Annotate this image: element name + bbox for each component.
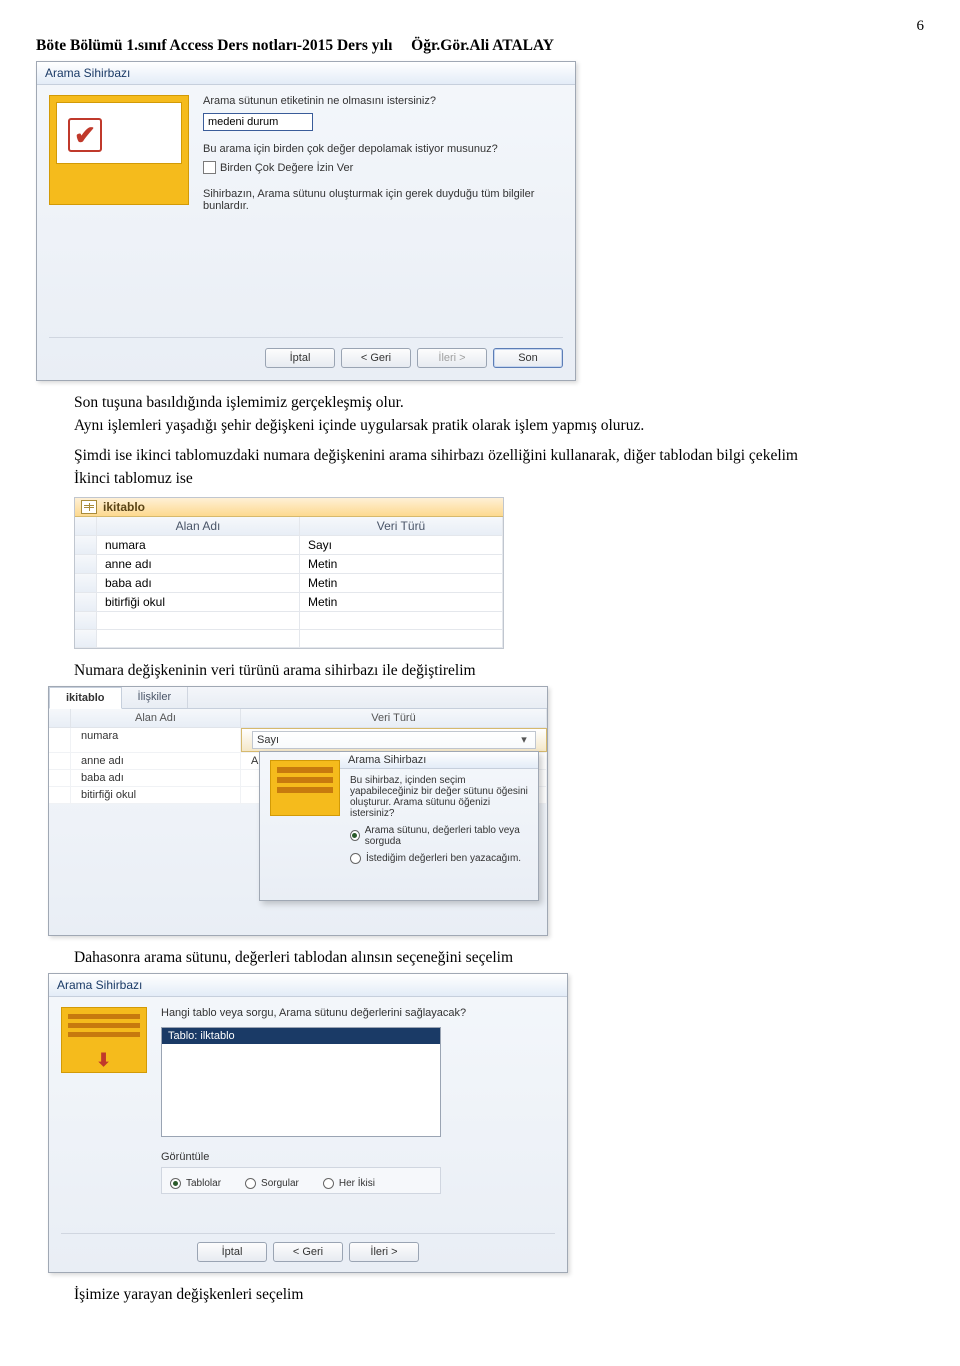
lookup-wizard-dialog: Arama Sihirbazı ✔ Arama sütunun etiketin… [36, 61, 576, 381]
wizard-graphic-icon: ✔ [49, 95, 189, 205]
wizard-question-label: Arama sütunun etiketinin ne olmasını ist… [203, 95, 563, 107]
table-tab[interactable]: ikitablo [75, 498, 503, 517]
table-design-view: ikitablo Alan Adı Veri Türü numaraSayı a… [74, 497, 504, 649]
header-left: Böte Bölümü 1.sınıf Access Ders notları-… [36, 37, 392, 55]
lookup-wizard-popup: Arama Sihirbazı Bu sihirbaz, içinden seç… [259, 751, 539, 901]
wizard-graphic-icon [61, 1007, 147, 1073]
view-option-group: Tablolar Sorgular Her İkisi [161, 1167, 441, 1194]
body-paragraph: Son tuşuna basıldığında işlemimiz gerçek… [74, 393, 924, 412]
next-button: İleri > [417, 348, 487, 368]
wizard-info-text: Sihirbazın, Arama sütunu oluşturmak için… [203, 188, 563, 212]
radio-tables-label: Tablolar [186, 1178, 221, 1189]
radio-queries[interactable] [245, 1178, 256, 1189]
wizard-graphic-icon [270, 760, 340, 816]
table-row[interactable] [75, 630, 503, 648]
finish-button[interactable]: Son [493, 348, 563, 368]
allow-multiple-label: Birden Çok Değere İzin Ver [220, 162, 353, 174]
body-paragraph: Aynı işlemleri yaşadığı şehir değişkeni … [74, 416, 924, 435]
radio-queries-label: Sorgular [261, 1178, 299, 1189]
table-grid-icon [81, 500, 97, 514]
column-header-field: Alan Adı [97, 517, 300, 535]
radio-both-label: Her İkisi [339, 1178, 375, 1189]
wizard-description: Bu sihirbaz, içinden seçim yapabileceğin… [350, 775, 532, 819]
page-number: 6 [36, 18, 924, 35]
column-header-type: Veri Türü [241, 709, 547, 727]
view-label: Görüntüle [161, 1151, 555, 1163]
next-button[interactable]: İleri > [349, 1242, 419, 1262]
radio-tables[interactable] [170, 1178, 181, 1189]
table-row[interactable]: numara Sayı ▾ [49, 728, 547, 753]
table-row[interactable]: anne adıMetin [75, 555, 503, 574]
table-design-with-wizard: ikitablo İlişkiler Alan Adı Veri Türü nu… [48, 686, 548, 936]
tab-ikitablo[interactable]: ikitablo [49, 687, 122, 709]
datatype-dropdown[interactable]: Sayı ▾ [252, 731, 536, 749]
allow-multiple-checkbox[interactable] [203, 161, 216, 174]
wizard-multi-question: Bu arama için birden çok değer depolamak… [203, 143, 563, 155]
radio-type-values-label: İstediğim değerleri ben yazacağım. [366, 853, 521, 864]
radio-type-values[interactable] [350, 853, 361, 864]
page-header: Böte Bölümü 1.sınıf Access Ders notları-… [36, 37, 924, 55]
wizard-title: Arama Sihirbazı [37, 62, 575, 85]
back-button[interactable]: < Geri [341, 348, 411, 368]
back-button[interactable]: < Geri [273, 1242, 343, 1262]
column-header-field: Alan Adı [71, 709, 241, 727]
list-item[interactable]: Tablo: ilktablo [162, 1028, 440, 1044]
cancel-button[interactable]: İptal [197, 1242, 267, 1262]
body-paragraph: Numara değişkeninin veri türünü arama si… [74, 661, 924, 680]
cancel-button[interactable]: İptal [265, 348, 335, 368]
column-label-input[interactable] [203, 113, 313, 131]
wizard-title: Arama Sihirbazı [340, 752, 538, 769]
body-paragraph: İkinci tablomuz ise [74, 469, 924, 488]
header-right: Öğr.Gör.Ali ATALAY [411, 37, 554, 55]
radio-both[interactable] [323, 1178, 334, 1189]
wizard-title: Arama Sihirbazı [49, 974, 567, 997]
table-row[interactable]: baba adıMetin [75, 574, 503, 593]
source-listbox[interactable]: Tablo: ilktablo [161, 1027, 441, 1137]
table-row[interactable]: bitirfiği okulMetin [75, 593, 503, 612]
tab-relations[interactable]: İlişkiler [122, 687, 189, 708]
column-header-type: Veri Türü [300, 517, 503, 535]
lookup-wizard-select-source: Arama Sihirbazı Hangi tablo veya sorgu, … [48, 973, 568, 1273]
table-row[interactable] [75, 612, 503, 630]
wizard-question: Hangi tablo veya sorgu, Arama sütunu değ… [161, 1007, 555, 1019]
chevron-down-icon: ▾ [517, 733, 531, 747]
radio-from-table-label: Arama sütunu, değerleri tablo veya sorgu… [365, 825, 532, 847]
table-row[interactable]: numaraSayı [75, 536, 503, 555]
checkmark-icon: ✔ [68, 118, 102, 152]
body-paragraph: Şimdi ise ikinci tablomuzdaki numara değ… [36, 446, 924, 465]
body-paragraph: İşimize yarayan değişkenleri seçelim [74, 1285, 924, 1304]
table-tab-label: ikitablo [103, 500, 145, 514]
body-paragraph: Dahasonra arama sütunu, değerleri tablod… [74, 948, 924, 967]
radio-from-table[interactable] [350, 830, 360, 841]
